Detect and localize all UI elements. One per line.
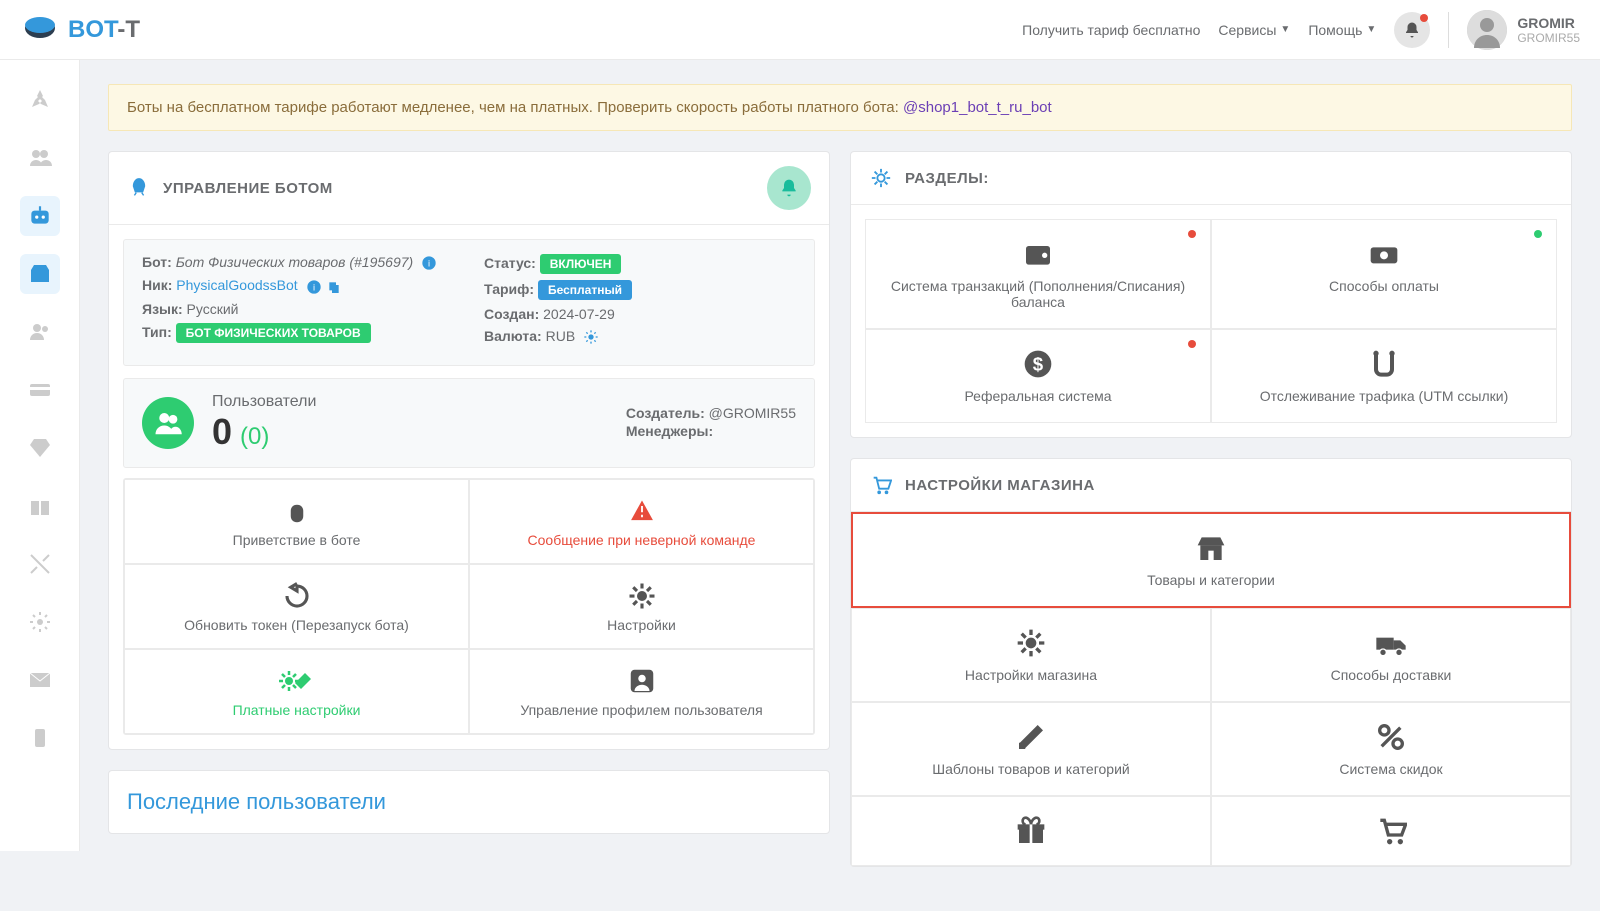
goods-categories-tile[interactable]: Товары и категории [851,512,1571,608]
gear-icon [1015,627,1047,659]
gear-edit-icon [279,666,315,696]
logo-text: BOT-T [68,16,140,44]
panel-title: НАСТРОЙКИ МАГАЗИНА [905,477,1095,494]
bot-nick-link[interactable]: PhysicalGoodssBot [176,277,297,293]
cart-icon [1375,815,1407,847]
refresh-tile[interactable]: Обновить токен (Перезапуск бота) [124,564,469,649]
svg-text:i: i [313,282,315,292]
logo-icon [20,10,60,50]
copy-icon[interactable] [326,279,342,295]
sidebar-users-icon[interactable] [20,138,60,178]
discounts-tile[interactable]: Система скидок [1211,702,1571,796]
services-dropdown[interactable]: Сервисы ▼ [1218,22,1290,38]
gear-icon [627,581,657,611]
payments-tile[interactable]: Способы оплаты [1211,219,1557,329]
info-icon[interactable]: i [306,279,322,295]
settings-tile[interactable]: Настройки [469,564,814,649]
users-stats: Пользователи 0 (0) Создатель: @GROMIR55 … [123,378,815,468]
shop-settings-tile[interactable]: Настройки магазина [851,608,1211,702]
gear-icon[interactable] [583,329,599,345]
sidebar [0,60,80,851]
panel-title: РАЗДЕЛЫ: [905,170,989,187]
bell-icon [1403,21,1421,39]
svg-text:i: i [428,259,430,269]
status-dot-icon [1188,340,1196,348]
divider [1448,12,1449,48]
sidebar-mail-icon[interactable] [20,660,60,700]
status-badge: ВКЛЮЧЕН [540,254,622,274]
store-icon [1195,532,1227,564]
cart-icon [869,473,893,497]
sidebar-rocket-icon[interactable] [20,80,60,120]
shop-settings-panel: НАСТРОЙКИ МАГАЗИНА Товары и категории На… [850,458,1572,867]
user-menu[interactable]: GROMIR GROMIR55 [1467,10,1580,50]
users-sub: (0) [240,423,269,451]
extra-tile-gift[interactable] [851,796,1211,866]
dollar-icon: $ [1022,348,1054,380]
delivery-tile[interactable]: Способы доставки [1211,608,1571,702]
route-icon [1368,348,1400,380]
truck-icon [1374,627,1408,659]
profile-tile[interactable]: Управление профилем пользователя [469,649,814,734]
refresh-icon [282,581,312,611]
sidebar-shop-icon[interactable] [20,254,60,294]
sections-panel: РАЗДЕЛЫ: Система транзакций (Пополнения/… [850,151,1572,438]
bot-type-badge: БОТ ФИЗИЧЕСКИХ ТОВАРОВ [176,323,371,343]
sidebar-gift-icon[interactable] [20,486,60,526]
main-content: Боты на бесплатном тарифе работают медле… [80,60,1600,911]
users-icon [142,397,194,449]
templates-tile[interactable]: Шаблоны товаров и категорий [851,702,1211,796]
paid-settings-tile[interactable]: Платные настройки [124,649,469,734]
status-dot-icon [1188,230,1196,238]
last-users-panel: Последние пользователи [108,770,830,834]
warning-icon [627,496,657,526]
wave-icon [282,496,312,526]
users-label: Пользователи [212,393,316,411]
last-users-title: Последние пользователи [127,789,811,815]
greeting-tile[interactable]: Приветствие в боте [124,479,469,564]
chevron-down-icon: ▼ [1366,24,1376,35]
status-dot-icon [1534,230,1542,238]
users-count: 0 [212,411,232,453]
panel-bell-button[interactable] [767,166,811,210]
gift-icon [1015,815,1047,847]
notification-dot-icon [1420,14,1428,22]
user-name: GROMIR [1517,15,1580,31]
user-handle: GROMIR55 [1517,31,1580,45]
wrong-cmd-tile[interactable]: Сообщение при неверной команде [469,479,814,564]
gear-outline-icon [869,166,893,190]
sidebar-people-icon[interactable] [20,312,60,352]
money-icon [1368,238,1400,270]
bot-management-panel: УПРАВЛЕНИЕ БОТОМ Бот: Бот Физических тов… [108,151,830,750]
percent-icon [1375,721,1407,753]
person-icon [627,666,657,696]
referral-tile[interactable]: $ Реферальная система [865,329,1211,423]
extra-tile-cart[interactable] [1211,796,1571,866]
sidebar-tools-icon[interactable] [20,544,60,584]
tariff-alert: Боты на бесплатном тарифе работают медле… [108,84,1572,131]
edit-icon [1015,721,1047,753]
sidebar-diamond-icon[interactable] [20,428,60,468]
logo[interactable]: BOT-T [20,10,140,50]
panel-title: УПРАВЛЕНИЕ БОТОМ [163,180,333,197]
info-icon[interactable]: i [421,255,437,271]
free-tariff-link[interactable]: Получить тариф бесплатно [1022,22,1200,38]
notifications-button[interactable] [1394,12,1430,48]
wallet-icon [1022,238,1054,270]
transactions-tile[interactable]: Система транзакций (Пополнения/Списания)… [865,219,1211,329]
sidebar-card-icon[interactable] [20,370,60,410]
avatar-icon [1467,10,1507,50]
alert-bot-link[interactable]: @shop1_bot_t_ru_bot [903,99,1052,116]
tariff-badge[interactable]: Бесплатный [538,280,632,300]
sidebar-gear-icon[interactable] [20,602,60,642]
tracking-tile[interactable]: Отслеживание трафика (UTM ссылки) [1211,329,1557,423]
top-header: BOT-T Получить тариф бесплатно Сервисы ▼… [0,0,1600,60]
sidebar-mobile-icon[interactable] [20,718,60,758]
rocket-icon [127,176,151,200]
sidebar-bot-icon[interactable] [20,196,60,236]
svg-text:$: $ [1033,354,1044,375]
chevron-down-icon: ▼ [1280,24,1290,35]
help-dropdown[interactable]: Помощь ▼ [1308,22,1376,38]
